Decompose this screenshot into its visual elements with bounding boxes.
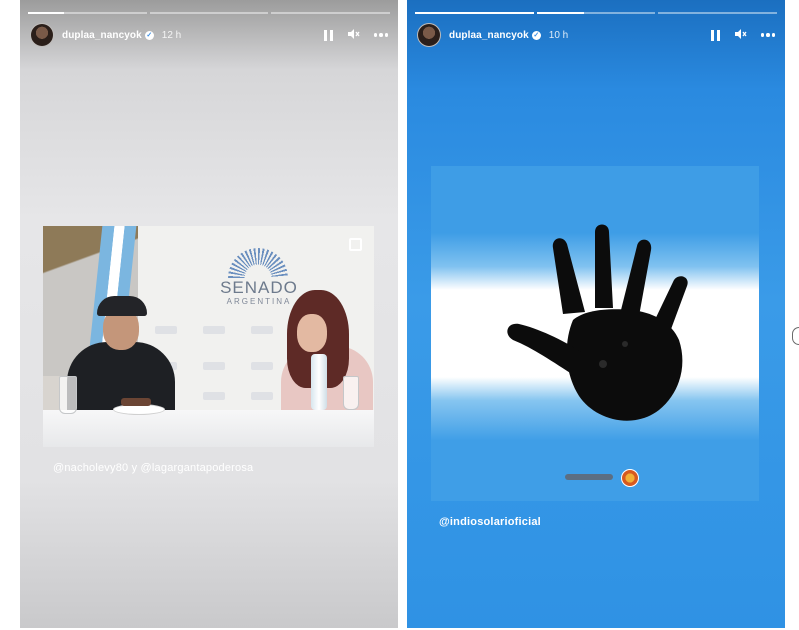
story-controls [323,28,388,42]
mention-sticker[interactable] [565,474,613,480]
more-icon[interactable] [760,33,775,37]
mention-avatar[interactable] [621,469,639,487]
handprint-icon [507,224,688,421]
next-arrow-icon[interactable] [792,327,799,345]
progress-segment [28,12,147,14]
glass [343,376,359,410]
backdrop-title: SENADO [220,278,298,297]
timestamp: 12 h [161,29,182,41]
avatar[interactable] [417,23,441,47]
table [43,410,374,447]
progress-segment [149,12,269,14]
verified-badge-icon: ✓ [144,30,154,40]
story-caption[interactable]: @indiosolarioficial [439,516,541,528]
muted-speaker-icon[interactable] [347,28,360,42]
story-image [431,166,759,501]
username[interactable]: duplaa_nancyok [62,30,142,41]
progress-bar [28,12,391,14]
progress-bar [415,12,778,14]
username[interactable]: duplaa_nancyok [449,30,529,41]
progress-segment [271,12,391,14]
checkbox-icon[interactable] [349,238,362,251]
story-photo: SENADO ARGENTINA [43,226,374,447]
story-2[interactable]: duplaa_nancyok ✓ 10 h @indiosolarioficia… [407,0,785,628]
story-caption[interactable]: @nacholevy80 y @lagargantapoderosa [53,462,253,474]
more-icon[interactable] [373,33,388,37]
story-controls [710,28,775,42]
pause-icon[interactable] [710,29,720,41]
progress-segment [415,12,534,14]
timestamp: 10 h [548,29,569,41]
pause-icon[interactable] [323,29,333,41]
story-1[interactable]: duplaa_nancyok ✓ 12 h SENADO ARGENTINA @… [20,0,398,628]
muted-speaker-icon[interactable] [734,28,747,42]
water-bottle [311,354,327,410]
story-header: duplaa_nancyok ✓ 10 h [417,22,775,48]
glass [59,376,77,414]
avatar[interactable] [30,23,54,47]
progress-segment [658,12,778,14]
progress-segment [536,12,656,14]
verified-badge-icon: ✓ [531,30,541,40]
backdrop-subtitle: ARGENTINA [226,297,292,306]
story-header: duplaa_nancyok ✓ 12 h [30,22,388,48]
